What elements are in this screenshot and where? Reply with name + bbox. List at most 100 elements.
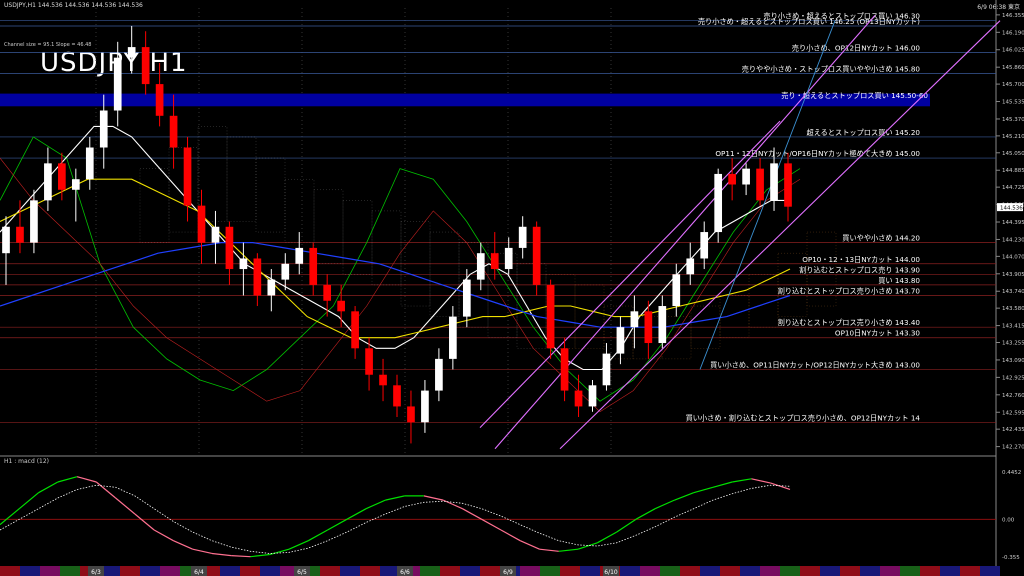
candle-body bbox=[253, 258, 262, 296]
macd-main-segment bbox=[153, 529, 174, 542]
candle-body bbox=[365, 348, 373, 375]
session-block bbox=[20, 566, 40, 576]
y-tick-label: 143.415 bbox=[1002, 324, 1024, 330]
macd-main-segment bbox=[577, 542, 598, 550]
price-chart[interactable]: 売り小さめ・超えるとストップロス買い 146.30売り小さめ・超えるとストップロ… bbox=[0, 0, 1024, 576]
level-label: OP10・12・13日NYカット 144.00 bbox=[802, 255, 920, 264]
candle-body bbox=[714, 173, 723, 233]
session-block bbox=[560, 566, 580, 576]
candle-body bbox=[616, 327, 625, 354]
cloud-segment bbox=[255, 157, 286, 233]
y-tick-label: 146.355 bbox=[1002, 13, 1024, 19]
candle-body bbox=[71, 179, 80, 190]
y-tick-label: 144.230 bbox=[1002, 237, 1024, 243]
macd-main-segment bbox=[654, 499, 675, 510]
candle-body bbox=[281, 263, 290, 280]
candle-body bbox=[644, 311, 653, 344]
macd-main-segment bbox=[308, 529, 328, 542]
session-block bbox=[520, 566, 540, 576]
session-block bbox=[960, 566, 980, 576]
cloud-segment bbox=[574, 284, 605, 349]
candle-body bbox=[155, 84, 164, 116]
y-tick-label: 146.025 bbox=[1002, 48, 1024, 54]
candle-body bbox=[141, 47, 150, 85]
macd-main-segment bbox=[635, 508, 656, 520]
level-label: 買い小さめ・割り込むとストップロス売り小さめ、OP12日NYカット 14 bbox=[686, 413, 921, 422]
date-label: 6/4 bbox=[194, 569, 204, 576]
macd-main-segment bbox=[442, 499, 463, 510]
session-block bbox=[740, 566, 760, 576]
macd-main-segment bbox=[751, 478, 771, 484]
macd-main-segment bbox=[95, 481, 116, 499]
candle-body bbox=[560, 348, 569, 391]
candle-body bbox=[85, 147, 94, 180]
candle-body bbox=[658, 306, 667, 344]
session-block bbox=[420, 566, 440, 576]
session-block bbox=[140, 566, 160, 576]
session-block bbox=[680, 566, 700, 576]
y-tick-label: 145.210 bbox=[1002, 134, 1024, 140]
macd-main-segment bbox=[539, 548, 559, 552]
macd-main-segment bbox=[423, 495, 444, 501]
y-tick-label: 144.395 bbox=[1002, 220, 1024, 226]
macd-main-segment bbox=[211, 552, 232, 557]
session-block bbox=[860, 566, 880, 576]
session-block bbox=[480, 566, 500, 576]
macd-main-segment bbox=[500, 529, 521, 542]
candle-body bbox=[518, 226, 527, 248]
date-label: 6/5 bbox=[297, 569, 307, 576]
y-tick-label: 144.725 bbox=[1002, 185, 1024, 191]
session-block bbox=[700, 566, 720, 576]
level-label: 割り込むとストップロス売り小さめ 143.40 bbox=[778, 318, 921, 327]
macd-tick-label: 0.4452 bbox=[1002, 470, 1021, 476]
y-tick-label: 146.190 bbox=[1002, 30, 1024, 36]
y-tick-label: 142.270 bbox=[1002, 445, 1024, 451]
macd-main-segment bbox=[346, 508, 367, 520]
session-block bbox=[60, 566, 80, 576]
channel-lower bbox=[559, 20, 1001, 450]
candle-body bbox=[588, 385, 597, 407]
macd-main-segment bbox=[385, 495, 405, 501]
macd-main-segment bbox=[250, 553, 270, 558]
macd-main-segment bbox=[616, 518, 637, 533]
cloud-segment bbox=[516, 263, 547, 349]
candle-body bbox=[435, 358, 443, 391]
session-block bbox=[220, 566, 240, 576]
macd-tick-label: -0.355 bbox=[1002, 555, 1020, 561]
y-tick-label: 142.435 bbox=[1002, 427, 1024, 433]
session-block bbox=[580, 566, 600, 576]
candle-body bbox=[309, 247, 318, 285]
macd-main-segment bbox=[462, 508, 482, 520]
candle-body bbox=[728, 173, 736, 185]
macd-panel: 0.4452 0.00 -0.355 bbox=[0, 470, 1021, 561]
level-label: 買い小さめ、OP11日NYカット/OP12日NYカット大きめ 143.00 bbox=[710, 360, 920, 369]
session-block bbox=[120, 566, 140, 576]
level-label: 割り込むとストップロス売り 143.90 bbox=[799, 265, 920, 274]
candle-body bbox=[44, 163, 52, 201]
macd-main-segment bbox=[770, 482, 791, 491]
candle-body bbox=[700, 232, 709, 259]
candle-body bbox=[239, 258, 248, 270]
candle-body bbox=[58, 163, 66, 190]
y-tick-label: 142.925 bbox=[1002, 375, 1024, 381]
price-axis: 146.355 146.190 146.025 145.860 145.700 145.5… bbox=[996, 13, 1024, 451]
candle-body bbox=[225, 226, 234, 270]
candle-body bbox=[546, 284, 555, 349]
y-tick-label: 143.090 bbox=[1002, 358, 1024, 364]
macd-main-segment bbox=[231, 555, 251, 558]
candle-body bbox=[127, 47, 136, 58]
macd-main-segment bbox=[520, 540, 540, 550]
price-channel bbox=[479, 15, 1001, 450]
candle-body bbox=[756, 168, 764, 201]
candle-body bbox=[784, 163, 792, 207]
session-block bbox=[0, 566, 20, 576]
macd-main-segment bbox=[365, 499, 386, 510]
session-block bbox=[240, 566, 260, 576]
session-block bbox=[660, 566, 680, 576]
session-block bbox=[260, 566, 280, 576]
session-block bbox=[760, 566, 780, 576]
date-bar: 6/3 6/4 6/5 6/6 6/9 6/10 bbox=[0, 566, 1000, 576]
macd-main-segment bbox=[327, 518, 348, 531]
candle-body bbox=[295, 247, 304, 264]
y-tick-label: 145.370 bbox=[1002, 117, 1024, 123]
